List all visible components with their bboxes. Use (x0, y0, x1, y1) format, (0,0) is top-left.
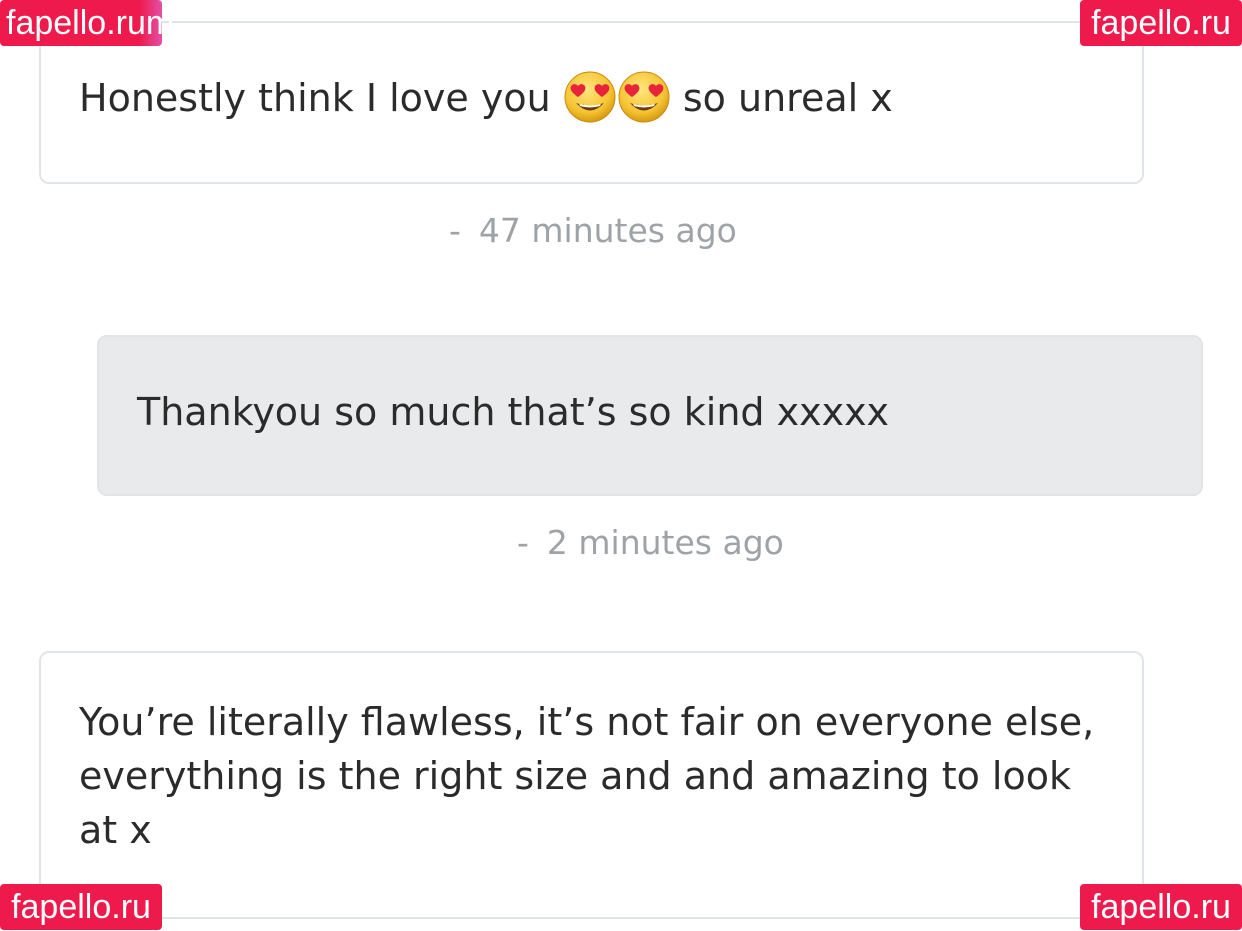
message-text-after: so unreal x (682, 76, 893, 120)
message-text: Honestly think I love you so unreal x (79, 71, 893, 122)
watermark-badge: fapello.rum (0, 0, 174, 46)
watermark-fragment: m (145, 4, 175, 42)
timestamp-prefix: - (517, 523, 529, 562)
message-timestamp: -47 minutes ago (449, 211, 737, 251)
message-timestamp: -2 minutes ago (517, 523, 784, 563)
timestamp-text: 47 minutes ago (478, 211, 737, 250)
watermark-badge: fapello.ru (1080, 884, 1242, 930)
timestamp-text: 2 minutes ago (546, 523, 784, 562)
watermark-badge: fapello.ru (0, 884, 162, 930)
heart-eyes-emoji-icon (617, 70, 671, 124)
watermark-badge: fapello.ru (1080, 0, 1242, 46)
timestamp-prefix: - (449, 211, 461, 250)
message-text-before: Honestly think I love you (79, 76, 551, 120)
message-bubble-incoming: Honestly think I love you so unreal x (39, 21, 1144, 184)
message-text: You’re literally flawless, it’s not fair… (79, 700, 1095, 852)
heart-eyes-emoji-icon (563, 70, 617, 124)
watermark-text: fapello.ru (6, 4, 146, 42)
message-text: Thankyou so much that’s so kind xxxxx (137, 390, 890, 434)
message-bubble-incoming: You’re literally flawless, it’s not fair… (39, 651, 1144, 919)
message-bubble-outgoing: Thankyou so much that’s so kind xxxxx (97, 335, 1203, 496)
